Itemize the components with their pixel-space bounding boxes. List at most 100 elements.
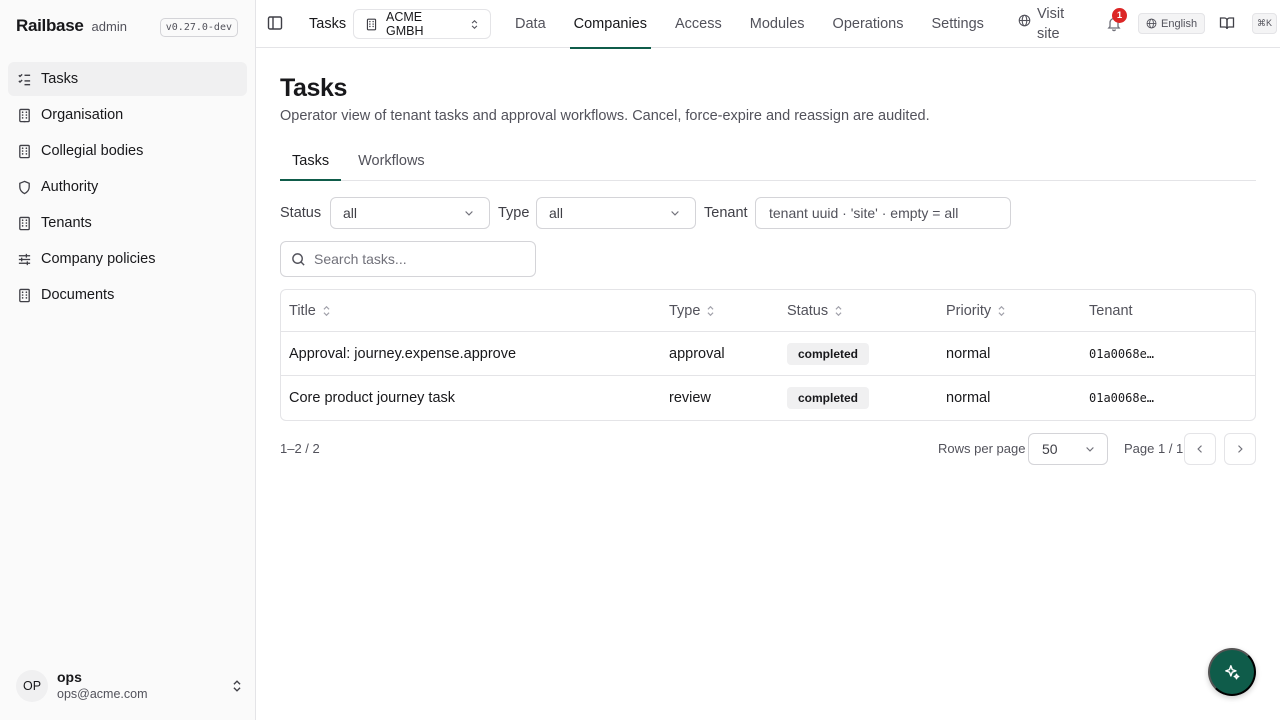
search-box[interactable]	[280, 241, 536, 277]
tab-tasks[interactable]: Tasks	[280, 142, 342, 181]
chevron-right-icon	[1234, 443, 1246, 455]
previous-page-button[interactable]	[1184, 433, 1216, 465]
status-filter-value: all	[343, 205, 358, 221]
topnav-data[interactable]: Data	[515, 0, 546, 48]
chevron-down-icon	[669, 207, 681, 219]
sort-icon	[997, 305, 1006, 317]
cell-tenant: 01a0068e…	[1089, 391, 1155, 405]
type-filter-value: all	[549, 205, 564, 221]
status-filter-select[interactable]: all	[330, 197, 490, 229]
sidebar-item-label: Company policies	[41, 251, 156, 267]
version-badge: v0.27.0-dev	[159, 18, 238, 37]
tabs: Tasks Workflows	[280, 142, 1256, 181]
cell-title: Core product journey task	[289, 390, 456, 406]
sidebar-nav: Tasks Organisation Collegial bodies Auth…	[8, 62, 247, 314]
top-nav: Data Companies Access Modules Operations…	[515, 0, 1012, 49]
command-palette-shortcut[interactable]: ⌘K	[1252, 13, 1278, 34]
column-header-title[interactable]: Title	[289, 290, 331, 331]
user-email: ops@acme.com	[57, 687, 148, 701]
sidebar-item-label: Documents	[41, 287, 115, 303]
tenant-filter-input[interactable]	[755, 197, 1011, 229]
sidebar-item-authority[interactable]: Authority	[8, 170, 247, 204]
chevron-left-icon	[1194, 443, 1206, 455]
page-info: Page 1 / 1	[1124, 441, 1184, 456]
table-header-row: Title Type Status Priority Tenant	[281, 290, 1255, 332]
sidebar-item-documents[interactable]: Documents	[8, 278, 247, 312]
cell-title: Approval: journey.expense.approve	[289, 345, 517, 362]
language-switcher[interactable]: English	[1138, 13, 1206, 34]
sidebar-item-collegial-bodies[interactable]: Collegial bodies	[8, 134, 247, 168]
sort-icon	[706, 305, 715, 317]
sidebar: Railbase admin v0.27.0-dev Tasks Organis…	[0, 0, 256, 720]
book-open-icon[interactable]	[1219, 15, 1235, 31]
visit-site-line2: site	[1037, 26, 1060, 42]
building-icon	[16, 107, 32, 123]
table-row[interactable]: Core product journey task review complet…	[281, 376, 1255, 420]
column-header-status[interactable]: Status	[787, 290, 843, 331]
sort-icon	[834, 305, 843, 317]
search-icon	[291, 252, 306, 267]
ai-assistant-button[interactable]	[1208, 648, 1256, 696]
avatar: OP	[16, 670, 48, 702]
rows-per-page-select[interactable]: 50	[1028, 433, 1108, 465]
globe-icon	[1018, 14, 1031, 44]
column-label: Type	[669, 302, 701, 319]
topnav-companies[interactable]: Companies	[569, 0, 652, 49]
sliders-icon	[16, 251, 32, 267]
sidebar-item-tenants[interactable]: Tenants	[8, 206, 247, 240]
topbar: Tasks ACME GMBH Data Companies Access Mo…	[256, 0, 1280, 49]
sidebar-item-organisation[interactable]: Organisation	[8, 98, 247, 132]
type-filter-select[interactable]: all	[536, 197, 696, 229]
building-icon	[16, 215, 32, 231]
column-label: Status	[787, 302, 829, 319]
topnav-settings[interactable]: Settings	[931, 0, 983, 48]
cell-status: completed	[787, 376, 870, 420]
table-row[interactable]: Approval: journey.expense.approve approv…	[281, 332, 1255, 376]
status-badge: completed	[787, 342, 870, 365]
cell-priority: normal	[946, 390, 991, 406]
column-header-priority[interactable]: Priority	[946, 290, 1006, 331]
rows-per-page-label: Rows per page	[938, 441, 1026, 456]
sidebar-item-label: Tasks	[41, 71, 79, 87]
search-input[interactable]	[314, 251, 514, 267]
sidebar-item-label: Tenants	[41, 215, 92, 231]
sidebar-item-label: Authority	[41, 179, 99, 195]
chevrons-up-down-icon	[469, 19, 480, 30]
column-label: Priority	[946, 302, 992, 319]
user-info: ops ops@acme.com	[57, 669, 148, 703]
sort-icon	[322, 305, 331, 317]
cell-type: approval	[669, 345, 725, 362]
shield-icon	[16, 179, 32, 195]
visit-site-link[interactable]: Visit site	[1018, 4, 1064, 44]
user-name: ops	[57, 669, 82, 685]
sidebar-item-tasks[interactable]: Tasks	[8, 62, 247, 96]
visit-site-line1: Visit	[1037, 6, 1065, 22]
cell-type: review	[669, 390, 711, 406]
chevron-down-icon	[463, 207, 475, 219]
sparkles-icon	[1223, 663, 1241, 681]
page-description: Operator view of tenant tasks and approv…	[280, 108, 930, 124]
status-badge: completed	[787, 387, 870, 409]
column-label: Title	[289, 302, 316, 319]
next-page-button[interactable]	[1224, 433, 1256, 465]
topnav-access[interactable]: Access	[675, 0, 722, 48]
topnav-operations[interactable]: Operations	[833, 0, 904, 48]
sidebar-toggle-icon[interactable]	[267, 15, 283, 31]
notification-badge: 1	[1112, 8, 1127, 23]
tasks-table: Title Type Status Priority Tenant Approv…	[280, 289, 1256, 421]
chevrons-up-down-icon	[230, 679, 244, 693]
sidebar-item-company-policies[interactable]: Company policies	[8, 242, 247, 276]
column-header-type[interactable]: Type	[669, 290, 715, 331]
building-icon	[16, 143, 32, 159]
cell-priority: normal	[946, 345, 991, 362]
user-menu[interactable]: OP ops ops@acme.com	[16, 666, 244, 706]
sidebar-item-label: Organisation	[41, 107, 124, 123]
globe-icon	[1146, 18, 1157, 29]
row-count: 1–2 / 2	[280, 441, 320, 456]
company-switcher[interactable]: ACME GMBH	[353, 9, 491, 39]
chevron-down-icon	[1084, 443, 1096, 455]
topnav-modules[interactable]: Modules	[750, 0, 805, 48]
building-icon	[365, 18, 378, 31]
tab-workflows[interactable]: Workflows	[346, 142, 437, 180]
tasks-icon	[16, 71, 32, 87]
